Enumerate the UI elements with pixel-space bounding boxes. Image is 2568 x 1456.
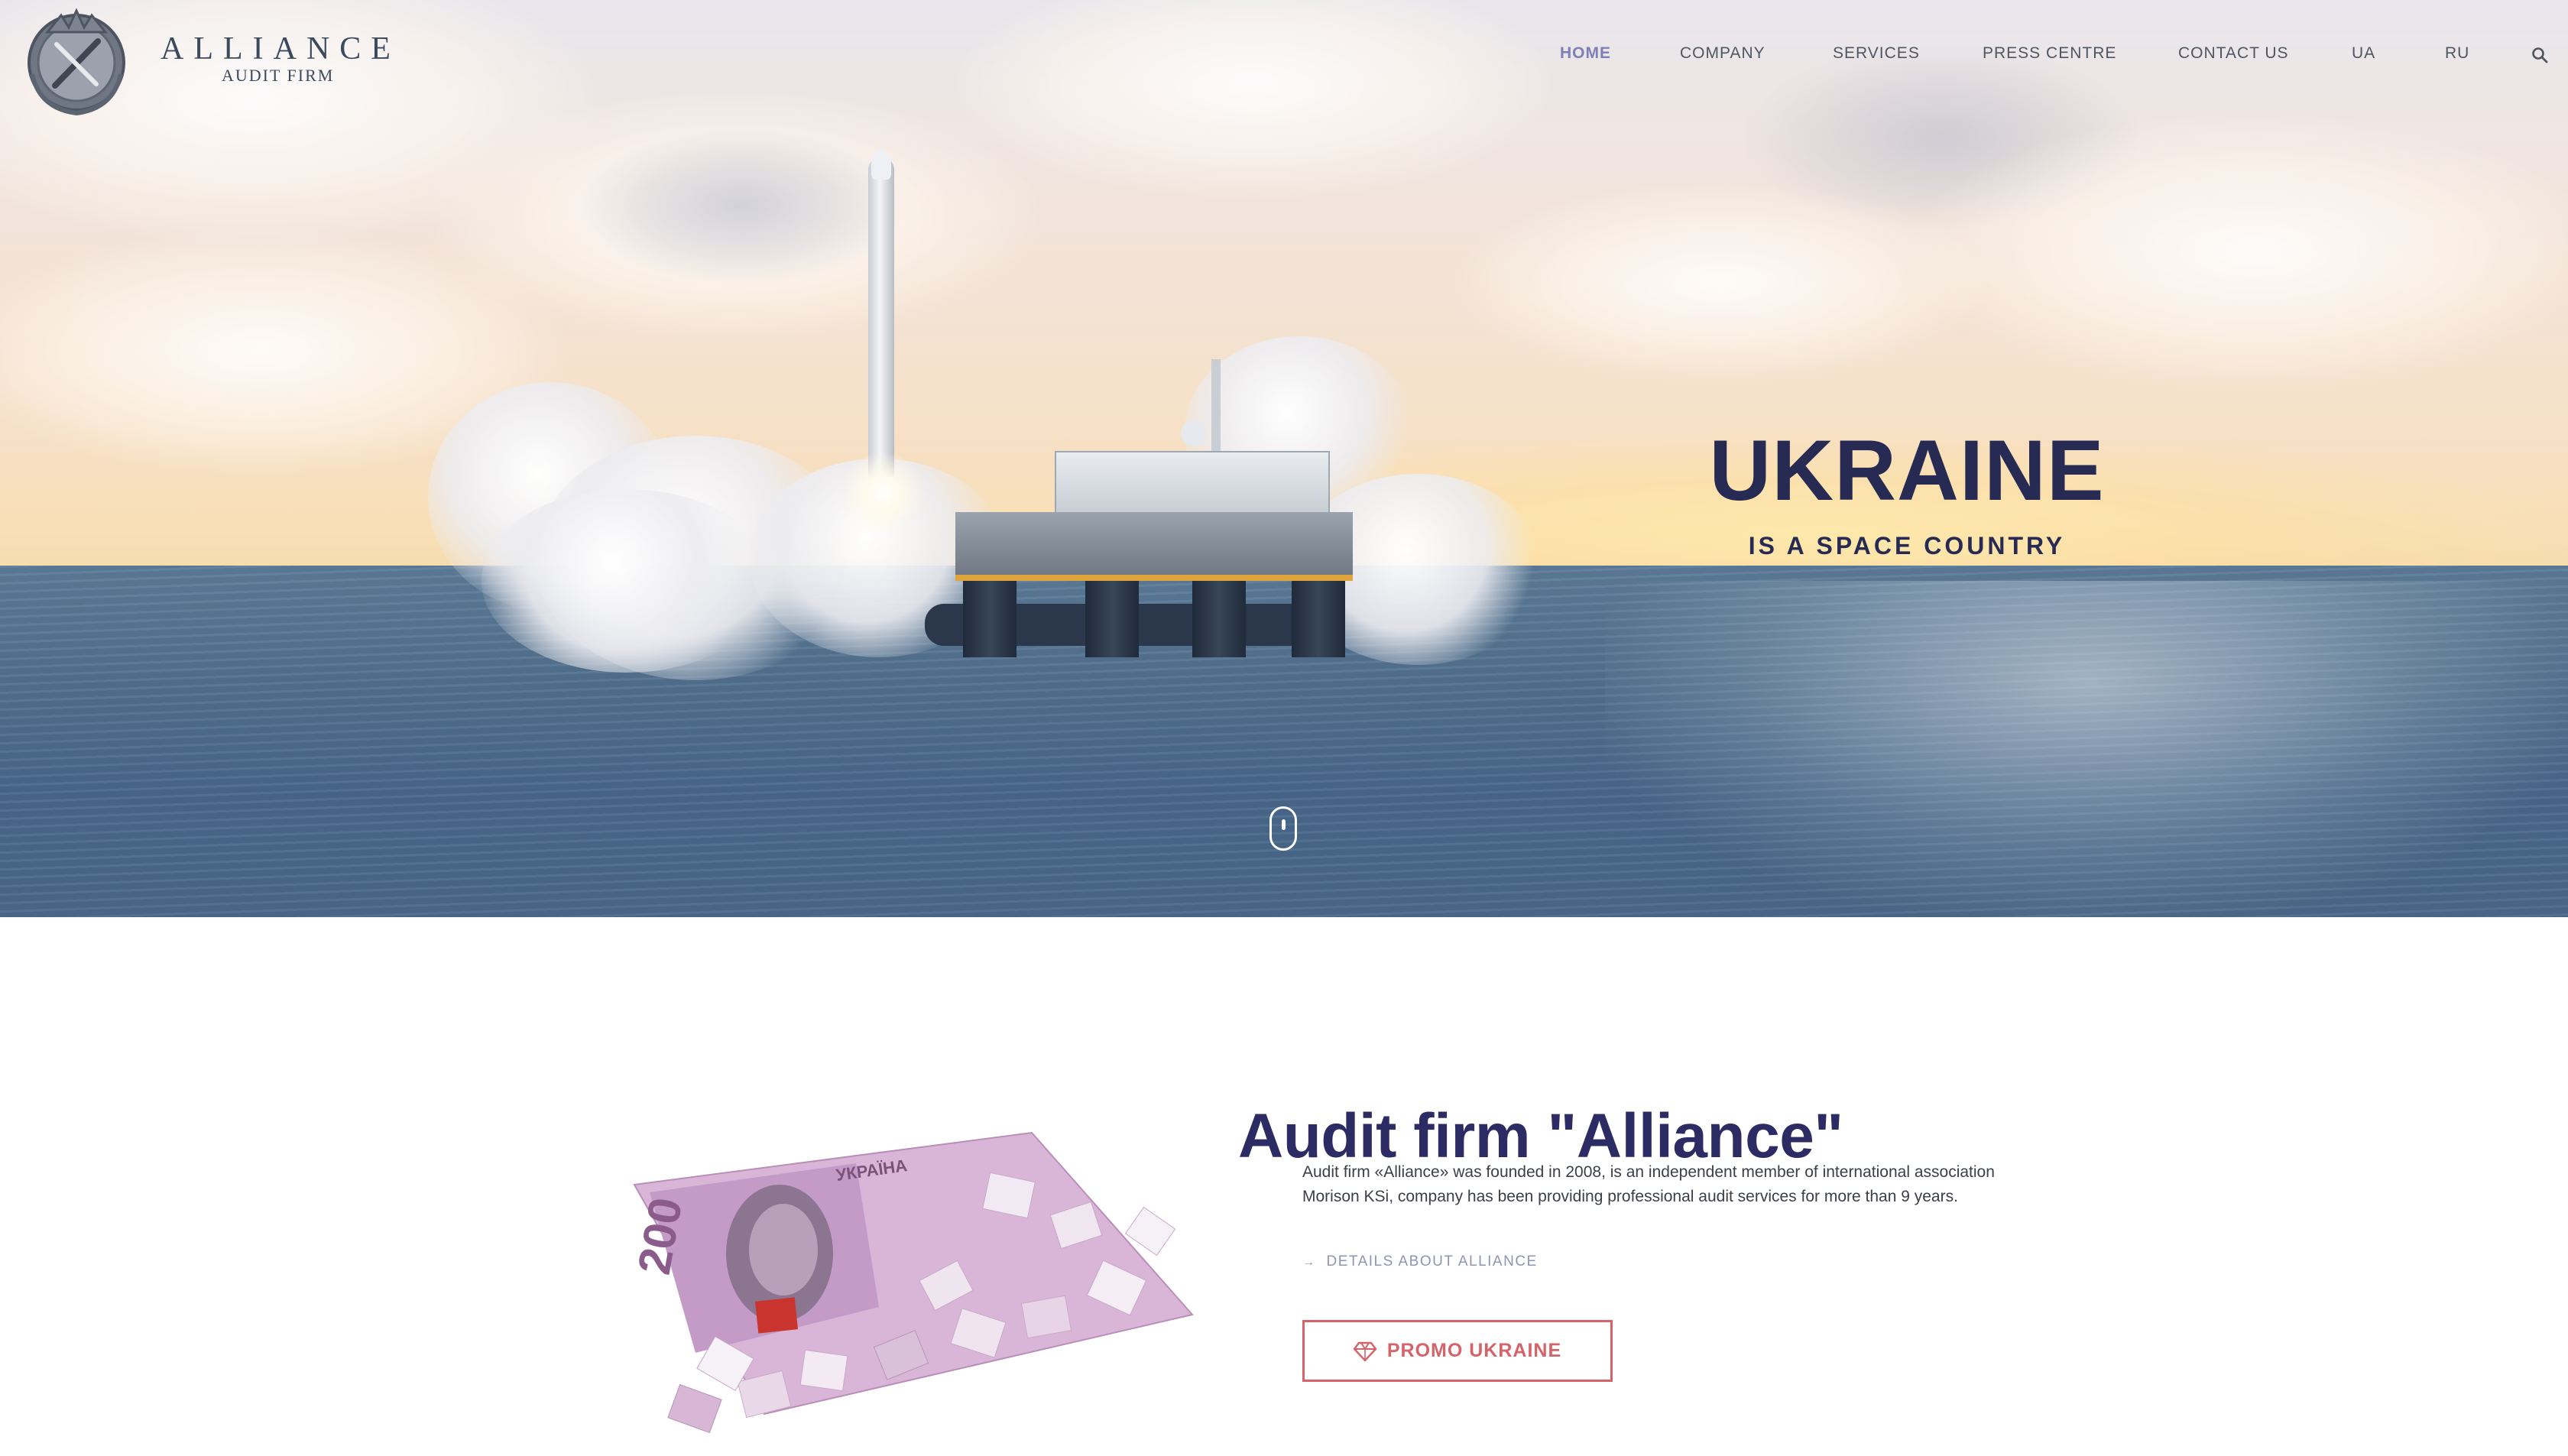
diamond-icon	[1353, 1341, 1376, 1361]
arrow-right-icon: →	[1302, 1256, 1316, 1269]
cloud	[581, 130, 902, 283]
sea-sparkle	[1605, 581, 2568, 917]
hero-subtitle: IS A SPACE COUNTRY	[1748, 532, 2066, 559]
platform-leg	[1192, 581, 1246, 657]
nav-home[interactable]: HOME	[1560, 44, 1611, 63]
hero-banner: UKRAINE IS A SPACE COUNTRY	[0, 0, 2568, 917]
nav-lang-ru[interactable]: RU	[2445, 44, 2469, 63]
site-header: ALLIANCE AUDIT FIRM HOME COMPANY SERVICE…	[0, 0, 2568, 116]
nav-lang-ua[interactable]: UA	[2352, 44, 2375, 63]
platform-tower	[1211, 359, 1221, 459]
details-link[interactable]: → DETAILS ABOUT ALLIANCE	[1302, 1253, 1538, 1270]
about-text: Audit firm «Alliance» was founded in 200…	[1302, 1163, 1995, 1205]
details-link-label: DETAILS ABOUT ALLIANCE	[1326, 1253, 1538, 1270]
platform-deck	[955, 512, 1353, 581]
nav-press-centre[interactable]: PRESS CENTRE	[1983, 44, 2116, 63]
rocket-tip	[871, 149, 891, 180]
platform-dome	[1181, 420, 1207, 446]
platform-stripe	[955, 575, 1353, 581]
promo-button-label: PROMO UKRAINE	[1386, 1340, 1562, 1361]
rocket-flame	[841, 451, 925, 535]
promo-ukraine-button[interactable]: PROMO UKRAINE	[1302, 1320, 1613, 1382]
platform-leg	[1085, 581, 1139, 657]
platform-leg	[963, 581, 1016, 657]
nav-company[interactable]: COMPANY	[1680, 44, 1765, 63]
scroll-dot	[1282, 819, 1286, 830]
smoke	[481, 489, 772, 673]
banknote-puzzle-illustration: 200 УКРАЇНА	[628, 1131, 1194, 1434]
nav-services[interactable]: SERVICES	[1833, 44, 1920, 63]
platform-house	[1055, 451, 1330, 520]
search-icon[interactable]	[2531, 46, 2549, 64]
cloud	[1452, 183, 1987, 382]
mouse-scroll-icon[interactable]	[1269, 806, 1297, 851]
rocket	[868, 157, 894, 478]
nav-contact-us[interactable]: CONTACT US	[2178, 44, 2289, 63]
logo-subtitle: AUDIT FIRM	[222, 66, 335, 85]
platform-leg	[1292, 581, 1345, 657]
hero-title: UKRAINE	[1709, 423, 2105, 518]
banknote-puzzle-image: 200 УКРАЇНА	[627, 1124, 1208, 1456]
main-nav: HOME COMPANY SERVICES PRESS CENTRE CONTA…	[0, 44, 2568, 67]
cloud	[1911, 115, 2568, 390]
